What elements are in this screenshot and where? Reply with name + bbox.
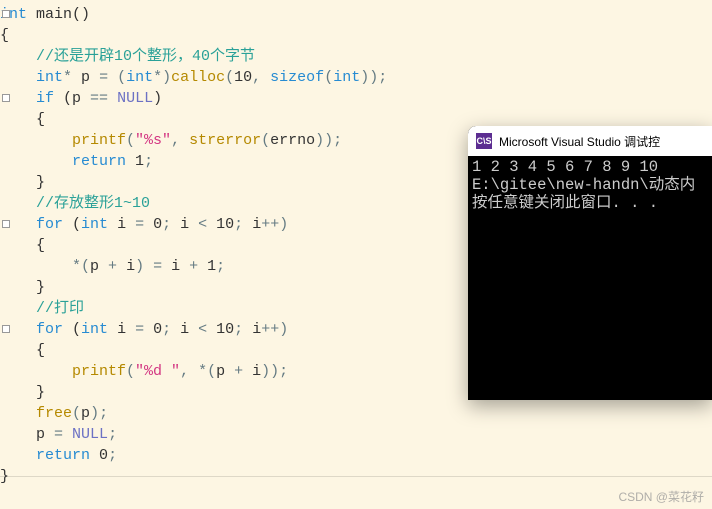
code-line: *(p + i) = i + 1; (0, 258, 225, 275)
console-title: Microsoft Visual Studio 调试控 (499, 133, 660, 150)
fold-gutter (0, 4, 12, 509)
code-line: //存放整形1~10 (0, 195, 150, 212)
debug-console-window[interactable]: C\S Microsoft Visual Studio 调试控 1 2 3 4 … (468, 126, 712, 400)
code-line: //打印 (0, 300, 84, 317)
fold-marker[interactable] (2, 10, 10, 18)
watermark: CSDN @菜花籽 (618, 488, 704, 505)
code-line: printf("%s", strerror(errno)); (0, 132, 342, 149)
code-line: if (p == NULL) (0, 90, 162, 107)
vs-icon: C\S (476, 133, 492, 149)
fold-marker[interactable] (2, 94, 10, 102)
code-line: //还是开辟10个整形，40个字节 (0, 48, 255, 65)
console-output: 1 2 3 4 5 6 7 8 9 10 E:\gitee\new-handn\… (468, 156, 712, 400)
code-line: for (int i = 0; i < 10; i++) (0, 321, 288, 338)
code-line: for (int i = 0; i < 10; i++) (0, 216, 288, 233)
code-line: int main() (0, 6, 90, 23)
code-line: return 1; (0, 153, 153, 170)
fold-marker[interactable] (2, 220, 10, 228)
code-line: printf("%d ", *(p + i)); (0, 363, 288, 380)
code-line: p = NULL; (0, 426, 117, 443)
code-line: free(p); (0, 405, 108, 422)
code-line: return 0; (0, 447, 117, 464)
fold-marker[interactable] (2, 325, 10, 333)
console-titlebar[interactable]: C\S Microsoft Visual Studio 调试控 (468, 126, 712, 156)
status-separator (0, 476, 712, 477)
code-line: int* p = (int*)calloc(10, sizeof(int)); (0, 69, 387, 86)
